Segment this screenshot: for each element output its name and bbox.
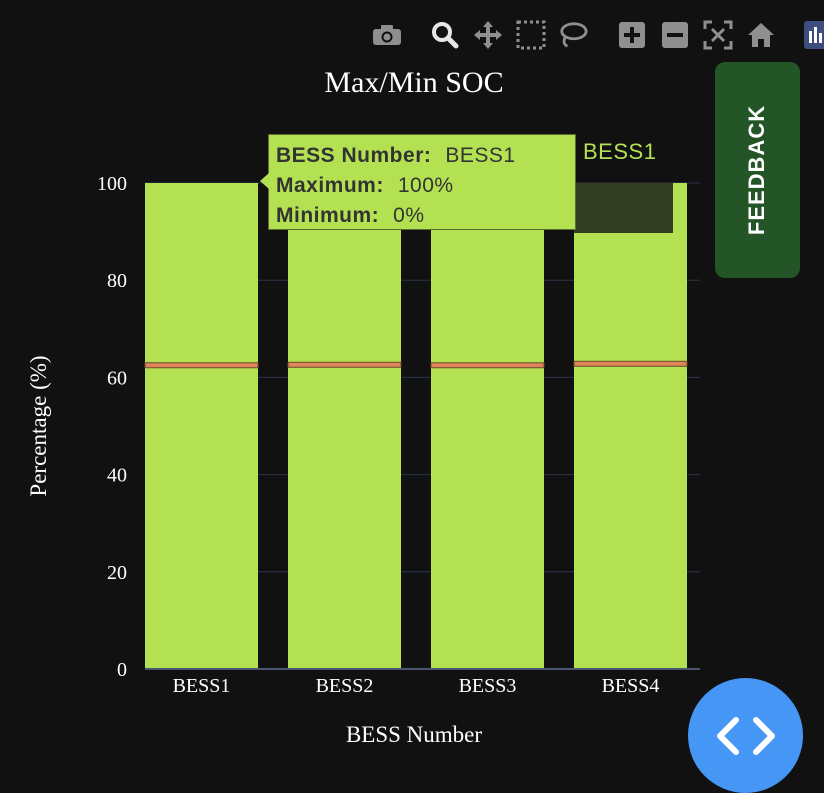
code-toggle-button[interactable]	[688, 678, 803, 793]
hover-tooltip: BESS Number: BESS1 Maximum: 100% Minimum: 0…	[260, 134, 576, 231]
feedback-label: FEEDBACK	[744, 104, 770, 236]
tooltip-key: Maximum:	[276, 174, 384, 197]
x-axis-title: BESS Number	[346, 722, 482, 747]
zoom-out-icon[interactable]	[660, 18, 690, 52]
y-tick-label: 60	[107, 367, 127, 389]
zoom-in-icon[interactable]	[617, 18, 647, 52]
lasso-select-icon[interactable]	[558, 18, 588, 52]
code-brackets-icon	[716, 716, 775, 755]
tooltip-row-maximum: Maximum: 100%	[276, 171, 575, 201]
pan-icon[interactable]	[473, 18, 503, 52]
y-tick-label: 20	[107, 562, 127, 584]
x-tick-label: BESS4	[602, 675, 660, 697]
tooltip-value: 0%	[393, 204, 425, 227]
tooltip-row-minimum: Minimum: 0%	[276, 201, 575, 231]
zoom-icon[interactable]	[430, 18, 460, 52]
reset-axes-icon[interactable]	[746, 18, 776, 52]
x-tick-label: BESS2	[316, 675, 374, 697]
autoscale-icon[interactable]	[703, 18, 733, 52]
y-axis-title: Percentage (%)	[26, 355, 51, 496]
y-tick-label: 100	[97, 173, 127, 195]
tooltip-arrow	[260, 173, 269, 189]
tooltip-key: BESS Number:	[276, 144, 432, 167]
bar-bess4[interactable]	[574, 183, 687, 669]
modebar	[370, 18, 824, 52]
chart-title: Max/Min SOC	[324, 66, 503, 99]
mean-marker	[287, 361, 402, 368]
tooltip-key: Minimum:	[276, 204, 380, 227]
x-tick-label: BESS1	[173, 675, 231, 697]
box-select-icon[interactable]	[516, 18, 546, 52]
bar-bess2[interactable]	[288, 183, 401, 669]
x-tick-label: BESS3	[459, 675, 517, 697]
mean-marker	[430, 362, 545, 369]
y-tick-label: 80	[107, 270, 127, 292]
feedback-button[interactable]: FEEDBACK	[715, 62, 800, 278]
bars	[144, 183, 688, 669]
plotly-logo-icon[interactable]	[800, 18, 824, 52]
tooltip-row-bess-number: BESS Number: BESS1	[276, 141, 575, 171]
tooltip-value: 100%	[397, 174, 454, 197]
y-tick-label: 0	[117, 659, 127, 681]
y-tick-label: 40	[107, 465, 127, 487]
mean-marker	[144, 362, 259, 369]
tooltip-value: BESS1	[445, 144, 516, 167]
bar-bess3[interactable]	[431, 183, 544, 669]
bar-hover-highlight	[574, 183, 673, 233]
bar-bess1[interactable]	[145, 183, 258, 669]
chart: 0 20 40 60 80 100 BESS1 BESS2 BESS3 BESS4 Max/Min…	[26, 66, 700, 747]
mean-marker	[573, 360, 688, 367]
camera-icon[interactable]	[372, 18, 402, 52]
tooltip-trace-name: BESS1	[583, 139, 657, 164]
